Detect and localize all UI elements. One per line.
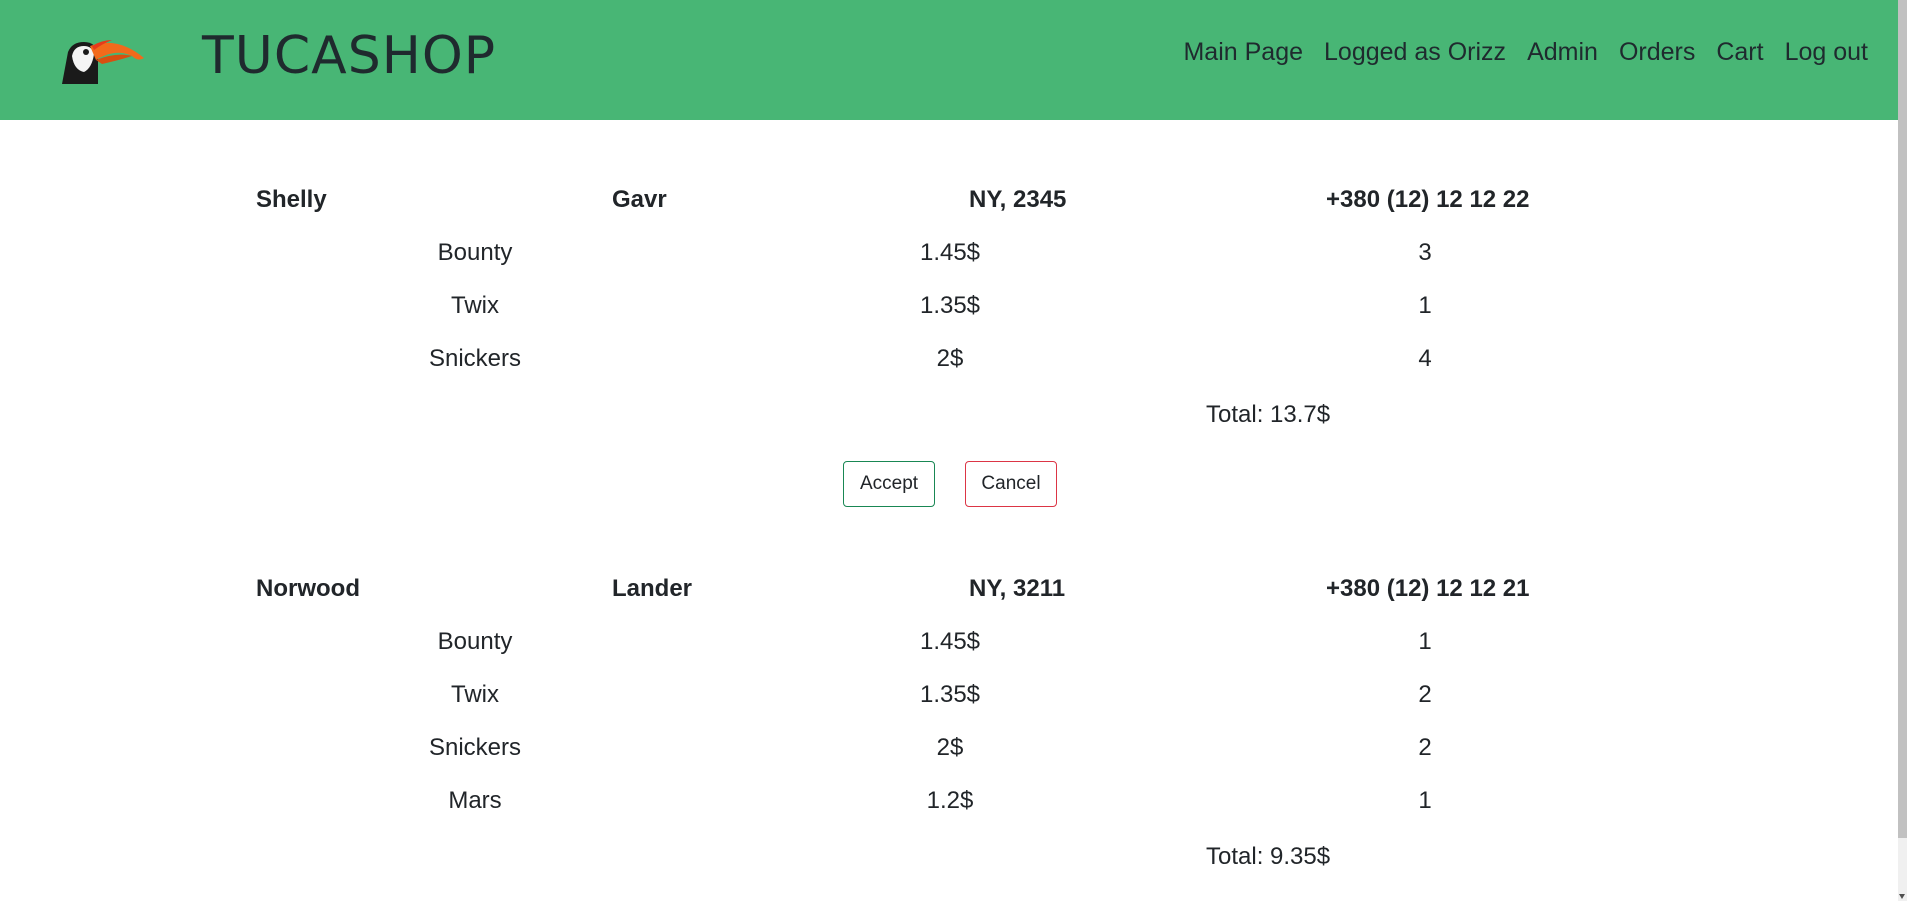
- vertical-scrollbar[interactable]: [1898, 0, 1907, 901]
- item-price: 1.35$: [919, 681, 981, 708]
- scroll-down-arrow-icon[interactable]: [1899, 894, 1905, 899]
- nav-main-page[interactable]: Main Page: [1183, 36, 1303, 68]
- item-name: Bounty: [437, 628, 513, 655]
- order-total: Total: 9.35$: [1206, 843, 1331, 870]
- item-name: Mars: [448, 787, 502, 814]
- item-price: 2$: [936, 734, 964, 761]
- page: TUCASHOP Main Page Logged as Orizz Admin…: [0, 0, 1907, 901]
- order-card: Norwood Lander NY, 3211 +380 (12) 12 12 …: [0, 120, 1898, 870]
- item-name: Snickers: [428, 734, 522, 761]
- nav-admin[interactable]: Admin: [1527, 36, 1598, 68]
- orders-list: Shelly Gavr NY, 2345 +380 (12) 12 12 22 …: [0, 120, 1898, 870]
- item-quantity: 1: [1418, 787, 1432, 814]
- nav-log-out[interactable]: Log out: [1785, 36, 1868, 68]
- order-address: NY, 3211: [969, 575, 1066, 602]
- order-first-name: Norwood: [256, 575, 360, 602]
- order-last-name: Lander: [612, 575, 693, 602]
- order-phone: +380 (12) 12 12 21: [1326, 575, 1530, 602]
- toucan-logo-icon[interactable]: [58, 34, 146, 84]
- item-quantity: 1: [1418, 628, 1432, 655]
- item-price: 1.2$: [926, 787, 974, 814]
- item-name: Twix: [451, 681, 499, 708]
- item-quantity: 2: [1418, 734, 1432, 761]
- nav-cart[interactable]: Cart: [1716, 36, 1763, 68]
- nav-menu: Main Page Logged as Orizz Admin Orders C…: [1183, 36, 1868, 68]
- nav-logged-as-user[interactable]: Logged as Orizz: [1324, 36, 1506, 68]
- item-quantity: 2: [1418, 681, 1432, 708]
- item-price: 1.45$: [919, 628, 981, 655]
- navbar: TUCASHOP Main Page Logged as Orizz Admin…: [0, 0, 1898, 120]
- scrollbar-thumb[interactable]: [1898, 0, 1907, 838]
- brand-title[interactable]: TUCASHOP: [202, 26, 496, 86]
- nav-orders[interactable]: Orders: [1619, 36, 1695, 68]
